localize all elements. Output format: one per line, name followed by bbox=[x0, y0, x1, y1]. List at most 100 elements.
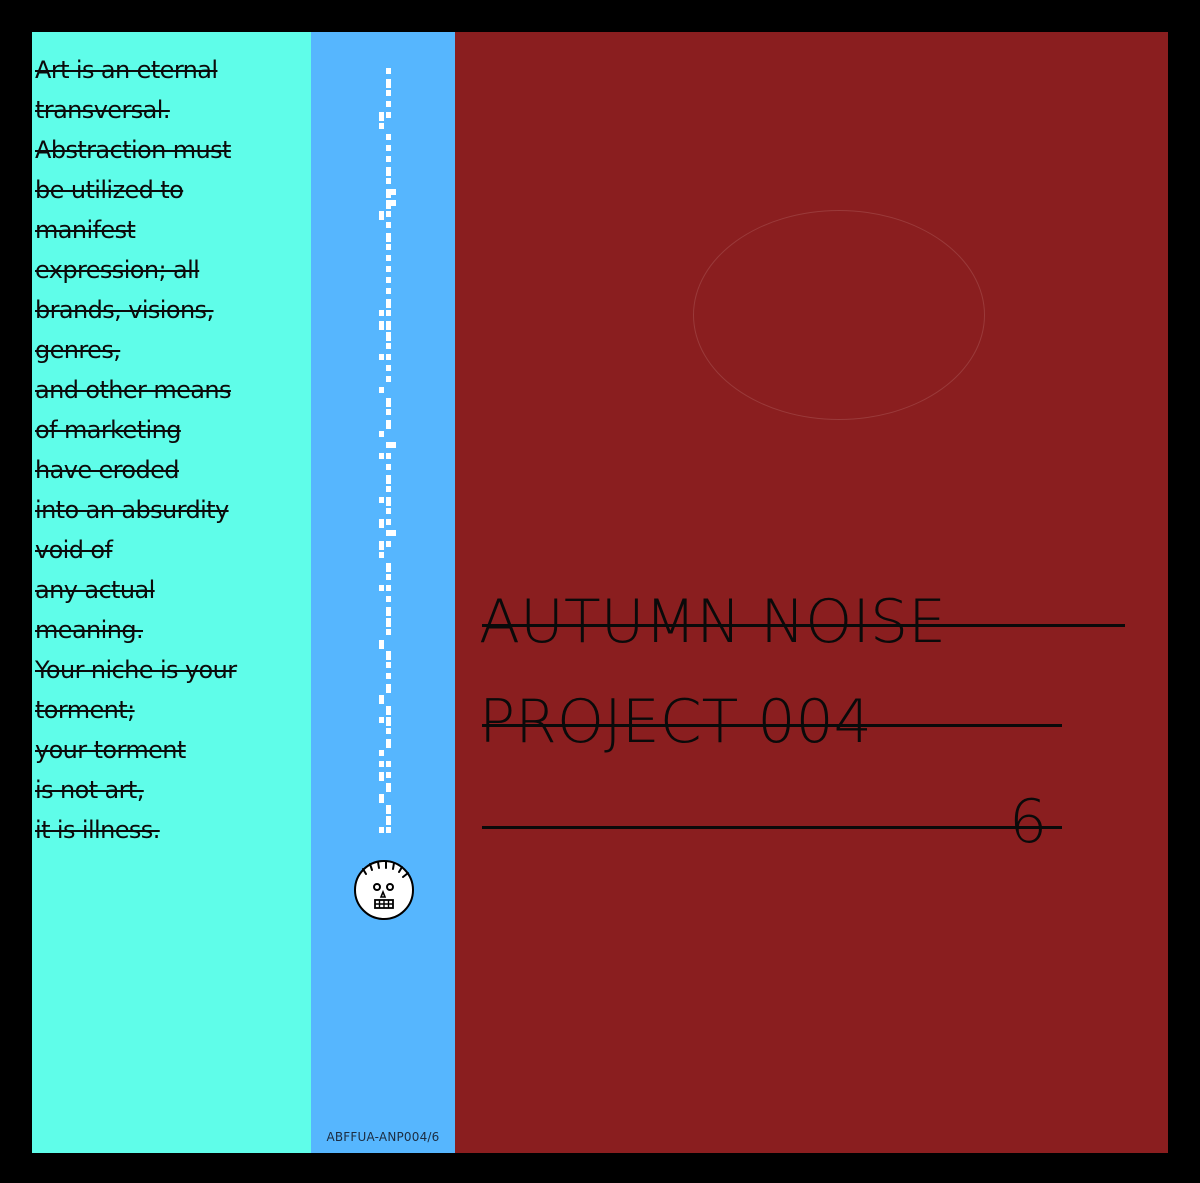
manifesto-line: genres, bbox=[35, 336, 121, 364]
manifesto-line: torment; bbox=[35, 696, 135, 724]
pattern-dot bbox=[386, 255, 391, 261]
pattern-dot bbox=[386, 541, 391, 547]
pattern-dot bbox=[386, 299, 391, 308]
pattern-dot bbox=[379, 453, 384, 459]
manifesto-line: it is illness. bbox=[35, 816, 160, 844]
pattern-dot bbox=[386, 497, 391, 506]
manifesto-text: Art is an eternal transversal. Abstracti… bbox=[35, 50, 247, 850]
pattern-dot bbox=[379, 112, 384, 121]
manifesto-line: void of bbox=[35, 536, 113, 564]
pattern-dot bbox=[386, 167, 391, 176]
pattern-dot bbox=[386, 585, 391, 591]
catalog-number: ABFFUA-ANP004/6 bbox=[326, 1130, 440, 1144]
pattern-dot bbox=[386, 739, 391, 748]
pattern-dot bbox=[391, 530, 396, 536]
pattern-dot bbox=[379, 123, 384, 129]
pattern-dot bbox=[386, 266, 391, 272]
pattern-dot bbox=[386, 398, 391, 407]
pattern-dot bbox=[379, 211, 384, 220]
cover-panel: AUTUMN NOISE PROJECT 004 6 bbox=[455, 32, 1168, 1153]
pattern-dot bbox=[391, 189, 396, 195]
manifesto-line: Your niche is your bbox=[35, 656, 237, 684]
pattern-dot bbox=[386, 728, 391, 734]
pattern-dot bbox=[386, 508, 391, 514]
manifesto-line: any actual bbox=[35, 576, 155, 604]
pattern-dot bbox=[386, 475, 391, 484]
pattern-dot bbox=[386, 354, 391, 360]
pattern-dot bbox=[386, 365, 391, 371]
manifesto-line: into an absurdity bbox=[35, 496, 229, 524]
manifesto-line: is not art, bbox=[35, 776, 144, 804]
pattern-dot bbox=[386, 783, 391, 792]
pattern-dot bbox=[386, 596, 391, 602]
pattern-dot bbox=[386, 629, 391, 635]
pattern-dot bbox=[386, 761, 391, 767]
pattern-dot bbox=[391, 442, 396, 448]
manifesto-line: manifest bbox=[35, 216, 136, 244]
manifesto-line: transversal. bbox=[35, 96, 170, 124]
pattern-dot bbox=[386, 420, 391, 429]
pattern-dot bbox=[386, 79, 391, 88]
manifesto-line: your torment bbox=[35, 736, 186, 764]
pattern-dot bbox=[379, 640, 384, 649]
pattern-dot bbox=[391, 200, 396, 206]
title-line-1: AUTUMN NOISE bbox=[479, 587, 947, 657]
pattern-dot bbox=[386, 244, 391, 250]
manifesto-line: and other means bbox=[35, 376, 232, 404]
pattern-dot bbox=[386, 112, 391, 118]
manifesto-line: be utilized to bbox=[35, 176, 184, 204]
skull-face-icon bbox=[352, 858, 416, 922]
pattern-dot bbox=[379, 772, 384, 781]
pattern-dot bbox=[386, 805, 391, 814]
pattern-dot bbox=[386, 310, 391, 316]
pattern-dot bbox=[386, 519, 391, 525]
pattern-dot bbox=[379, 717, 384, 723]
pattern-dot bbox=[386, 717, 391, 726]
pattern-dot bbox=[386, 376, 391, 382]
pattern-dot bbox=[379, 310, 384, 316]
manifesto-line: of marketing bbox=[35, 416, 181, 444]
manifesto-line: Art is an eternal bbox=[35, 56, 218, 84]
strike-line-2 bbox=[482, 724, 1062, 727]
pattern-dot bbox=[379, 827, 384, 833]
manifesto-line: meaning. bbox=[35, 616, 144, 644]
pattern-dot bbox=[386, 574, 391, 580]
pattern-dot bbox=[386, 178, 391, 184]
manifesto-line: Abstraction must bbox=[35, 136, 231, 164]
pattern-dot bbox=[386, 706, 391, 715]
strike-line-3 bbox=[482, 826, 1062, 829]
pattern-dot bbox=[379, 695, 384, 704]
pattern-dot bbox=[379, 519, 384, 528]
title-line-3: 6 bbox=[1009, 787, 1048, 857]
pattern-dot bbox=[379, 552, 384, 558]
title-line-2: PROJECT 004 bbox=[479, 687, 872, 757]
pattern-dot bbox=[386, 563, 391, 572]
manifesto-line: expression; all bbox=[35, 256, 200, 284]
pattern-dot bbox=[386, 101, 391, 107]
pattern-dot bbox=[386, 233, 391, 242]
album-cover: Art is an eternal transversal. Abstracti… bbox=[0, 0, 1200, 1183]
pattern-dot bbox=[379, 750, 384, 756]
manifesto-line: have eroded bbox=[35, 456, 180, 484]
pattern-dot bbox=[386, 321, 391, 330]
manifesto-panel: Art is an eternal transversal. Abstracti… bbox=[32, 32, 311, 1153]
faint-circle-outline bbox=[693, 210, 985, 420]
pattern-dot bbox=[386, 464, 391, 470]
pattern-dot bbox=[379, 497, 384, 503]
pattern-dot bbox=[379, 761, 384, 767]
pattern-dot bbox=[379, 321, 384, 330]
pattern-dot bbox=[386, 90, 391, 96]
pattern-dot bbox=[386, 486, 391, 492]
pattern-dot bbox=[386, 332, 391, 341]
pattern-dot bbox=[386, 827, 391, 833]
pattern-dot bbox=[386, 816, 391, 825]
pattern-dot bbox=[386, 618, 391, 627]
pattern-dot bbox=[386, 651, 391, 660]
pattern-dot bbox=[386, 409, 391, 415]
dotted-pattern bbox=[374, 68, 396, 848]
pattern-dot bbox=[386, 343, 391, 349]
pattern-dot bbox=[386, 673, 391, 679]
pattern-dot bbox=[386, 684, 391, 693]
pattern-dot bbox=[386, 277, 391, 283]
pattern-dot bbox=[386, 772, 391, 778]
